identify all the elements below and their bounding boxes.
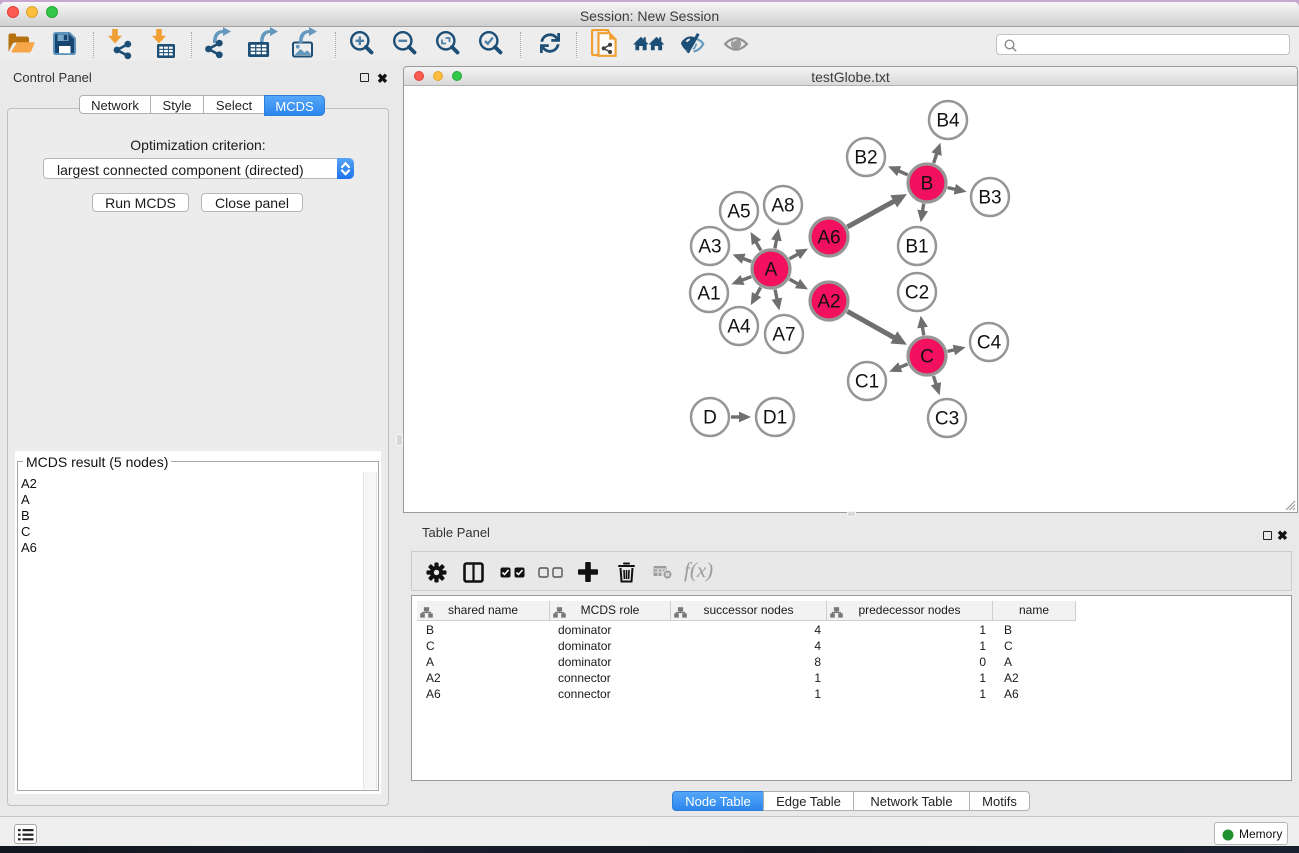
svg-text:C: C bbox=[920, 347, 934, 368]
svg-text:B4: B4 bbox=[936, 111, 960, 132]
svg-text:A1: A1 bbox=[697, 284, 720, 305]
svg-text:A7: A7 bbox=[772, 325, 795, 346]
svg-text:A8: A8 bbox=[771, 196, 794, 217]
svg-text:A2: A2 bbox=[817, 292, 840, 313]
svg-text:A4: A4 bbox=[727, 317, 751, 338]
svg-text:B2: B2 bbox=[854, 148, 877, 169]
svg-text:B: B bbox=[921, 174, 934, 195]
svg-text:C3: C3 bbox=[935, 409, 959, 430]
svg-text:C2: C2 bbox=[905, 283, 929, 304]
svg-text:D: D bbox=[703, 408, 717, 429]
svg-text:C1: C1 bbox=[855, 372, 879, 393]
svg-text:B1: B1 bbox=[905, 237, 928, 258]
svg-text:A6: A6 bbox=[817, 228, 840, 249]
svg-text:f(x): f(x) bbox=[684, 561, 713, 582]
svg-text:A3: A3 bbox=[698, 237, 721, 258]
svg-text:B3: B3 bbox=[978, 188, 1001, 209]
svg-text:D1: D1 bbox=[763, 408, 787, 429]
svg-text:A5: A5 bbox=[727, 202, 750, 223]
svg-text:A: A bbox=[765, 260, 778, 281]
svg-text:C4: C4 bbox=[977, 333, 1002, 354]
